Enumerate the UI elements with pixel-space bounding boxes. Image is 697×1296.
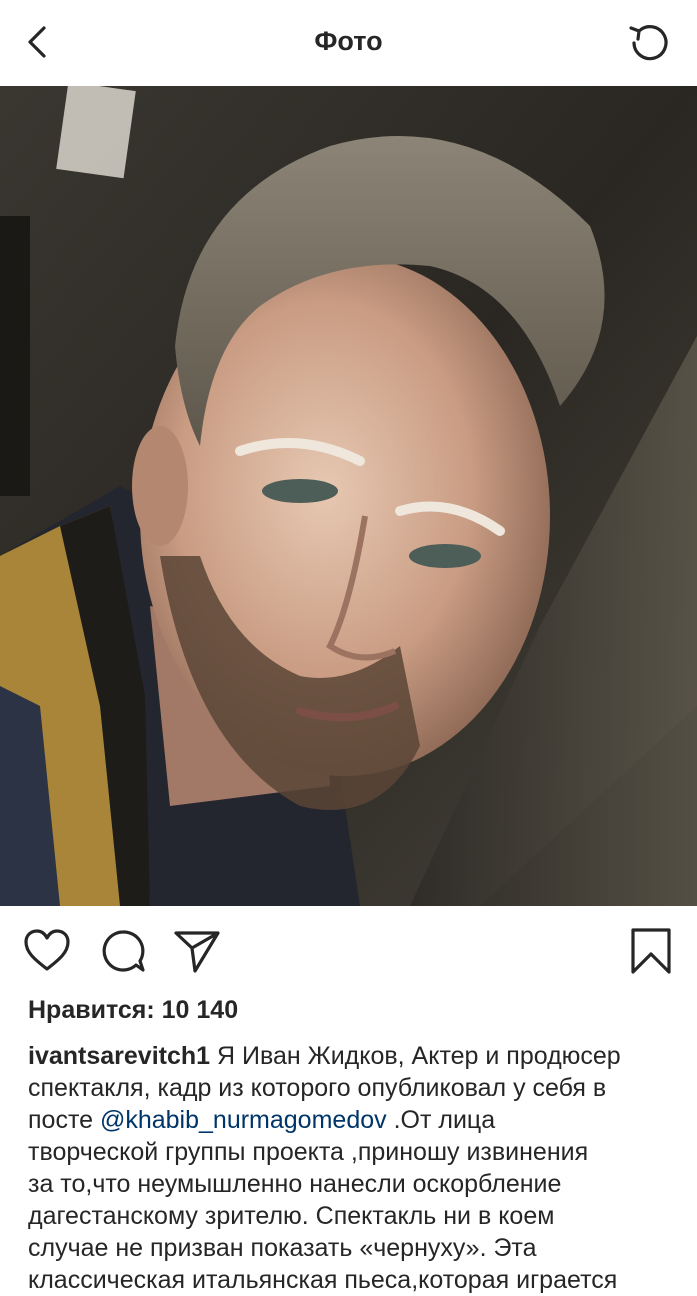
caption-text: .От лица <box>386 1106 496 1134</box>
caption-line: классическая итальянская пьеса,которая и… <box>28 1266 618 1294</box>
bookmark-icon[interactable] <box>626 926 676 976</box>
heart-icon[interactable] <box>22 926 72 976</box>
caption-mention-link[interactable]: @khabib_nurmagomedov <box>100 1106 387 1134</box>
caption-username[interactable]: ivantsarevitch1 <box>28 1042 210 1070</box>
send-icon[interactable] <box>172 926 222 976</box>
caption-line: дагестанскому зрителю. Спектакль ни в ко… <box>28 1202 555 1230</box>
likes-count[interactable]: Нравится: 10 140 <box>28 996 238 1025</box>
caption-line: ivantsarevitch1 Я Иван Жидков, Актер и п… <box>28 1040 676 1072</box>
caption-text: посте <box>28 1106 100 1134</box>
refresh-icon[interactable] <box>625 18 675 68</box>
caption-line: случае не призван показать «чернуху». Эт… <box>28 1234 537 1262</box>
post-caption: ivantsarevitch1 Я Иван Жидков, Актер и п… <box>28 1040 676 1296</box>
caption-line: посте @khabib_nurmagomedov .От лица <box>28 1104 676 1136</box>
post-photo[interactable] <box>0 86 697 906</box>
caption-line: спектакля, кадр из которого опубликовал … <box>28 1074 607 1102</box>
post-actions <box>0 906 697 996</box>
caption-line: творческой группы проекта ,приношу извин… <box>28 1138 589 1166</box>
caption-line: за то,что неумышленно нанесли оскорблени… <box>28 1170 562 1198</box>
page-title: Фото <box>314 26 383 56</box>
caption-text: Я Иван Жидков, Актер и продюсер <box>210 1042 621 1070</box>
top-nav-bar: Фото <box>0 0 697 87</box>
comment-icon[interactable] <box>98 926 148 976</box>
